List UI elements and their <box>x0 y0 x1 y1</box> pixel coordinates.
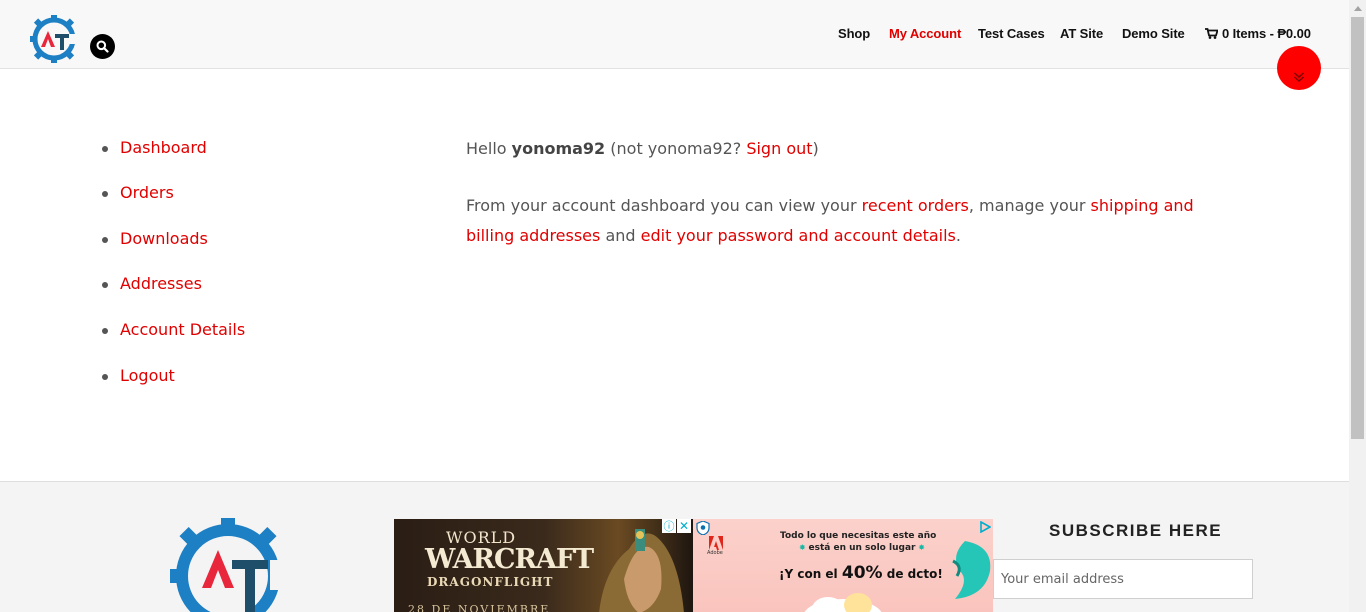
list-bullet <box>102 146 108 152</box>
ad-info-icon[interactable]: ⓘ <box>662 519 676 533</box>
ad-offer-prefix: ¡Y con el <box>779 567 842 581</box>
logo-gear-icon <box>170 518 286 612</box>
nav-test-cases[interactable]: Test Cases <box>978 26 1045 41</box>
adobe-logo-icon <box>709 536 723 550</box>
greeting-middle: (not yonoma92? <box>605 139 747 158</box>
dashboard-text: , manage your <box>968 196 1091 215</box>
ad-date: 28 DE NOVIEMBRE <box>408 603 551 612</box>
main-nav: Shop My Account Test Cases AT Site Demo … <box>0 26 1349 46</box>
dashboard-text: From your account dashboard you can view… <box>466 196 862 215</box>
greeting-prefix: Hello <box>466 139 512 158</box>
adchoices-icon[interactable] <box>979 521 991 533</box>
account-nav-downloads[interactable]: Downloads <box>120 229 208 248</box>
account-content: Hello yonoma92 (not yonoma92? Sign out) … <box>466 138 1226 251</box>
list-bullet <box>102 374 108 380</box>
scrollbar-thumb[interactable] <box>1351 17 1364 439</box>
nav-my-account[interactable]: My Account <box>889 26 961 41</box>
list-bullet <box>102 282 108 288</box>
chevron-double-down-icon <box>1294 72 1304 83</box>
dashboard-text: and <box>600 226 641 245</box>
ad-title-line2: WARCRAFT <box>425 544 594 575</box>
account-nav-account-details[interactable]: Account Details <box>120 320 245 339</box>
sign-out-link[interactable]: Sign out <box>746 139 812 158</box>
scroll-up-arrow-icon[interactable] <box>1349 0 1366 17</box>
page-scrollbar[interactable] <box>1349 0 1366 612</box>
ad-title-line3: DRAGONFLIGHT <box>427 575 554 589</box>
site-header: Shop My Account Test Cases AT Site Demo … <box>0 0 1349 69</box>
greeting: Hello yonoma92 (not yonoma92? Sign out) <box>466 138 1226 160</box>
account-nav-orders[interactable]: Orders <box>120 183 174 202</box>
site-footer: WORLD WARCRAFT DRAGONFLIGHT 28 DE NOVIEM… <box>0 481 1349 612</box>
list-bullet <box>102 328 108 334</box>
account-details-link[interactable]: edit your password and account details <box>641 226 956 245</box>
cart-summary: 0 Items - ₱0.00 <box>1222 26 1311 41</box>
advertisement-banner[interactable]: WORLD WARCRAFT DRAGONFLIGHT 28 DE NOVIEM… <box>394 519 993 612</box>
account-nav-addresses[interactable]: Addresses <box>120 274 202 293</box>
nav-at-site[interactable]: AT Site <box>1060 26 1103 41</box>
recent-orders-link[interactable]: recent orders <box>862 196 969 215</box>
dashboard-description: From your account dashboard you can view… <box>466 191 1226 251</box>
subscribe-heading: SUBSCRIBE HERE <box>1049 521 1223 540</box>
nav-cart[interactable]: 0 Items - ₱0.00 <box>1205 26 1311 41</box>
sparkle-icon: ✸ <box>915 543 925 552</box>
footer-logo <box>170 518 286 612</box>
sparkle-icon: ✸ <box>799 543 809 552</box>
page: Shop My Account Test Cases AT Site Demo … <box>0 0 1349 612</box>
account-nav-logout[interactable]: Logout <box>120 366 175 385</box>
ad-offer-percent: 40% <box>841 563 883 583</box>
account-nav-dashboard[interactable]: Dashboard <box>120 138 207 157</box>
list-bullet <box>102 237 108 243</box>
ad-software-panel[interactable]: Adobe Todo lo que necesitas este año ✸ e… <box>693 519 993 612</box>
ad-game-panel[interactable]: WORLD WARCRAFT DRAGONFLIGHT 28 DE NOVIEM… <box>394 519 693 612</box>
list-bullet <box>102 191 108 197</box>
nav-shop[interactable]: Shop <box>838 26 870 41</box>
nav-demo-site[interactable]: Demo Site <box>1122 26 1185 41</box>
ad-cloud-image <box>804 593 882 612</box>
ad-decoration-shape <box>952 541 991 599</box>
ad-text-line1: Todo lo que necesitas este año <box>780 531 937 541</box>
ad-text-line2: ✸ está en un solo lugar ✸ <box>799 543 925 553</box>
dashboard-text: . <box>955 226 961 245</box>
ad-text-line3: ¡Y con el 40% de dcto! <box>779 563 943 583</box>
subscribe-email-input[interactable] <box>993 559 1253 599</box>
greeting-suffix: ) <box>812 139 819 158</box>
ad-text-line2-label: está en un solo lugar <box>808 543 916 553</box>
ad-brand: Adobe <box>707 550 723 556</box>
shield-icon[interactable] <box>696 521 710 535</box>
username: yonoma92 <box>511 139 606 158</box>
ad-close-icon[interactable]: ✕ <box>677 519 691 533</box>
scroll-down-button[interactable] <box>1277 46 1321 90</box>
cart-icon <box>1205 28 1218 39</box>
ad-offer-suffix: de dcto! <box>882 567 943 581</box>
